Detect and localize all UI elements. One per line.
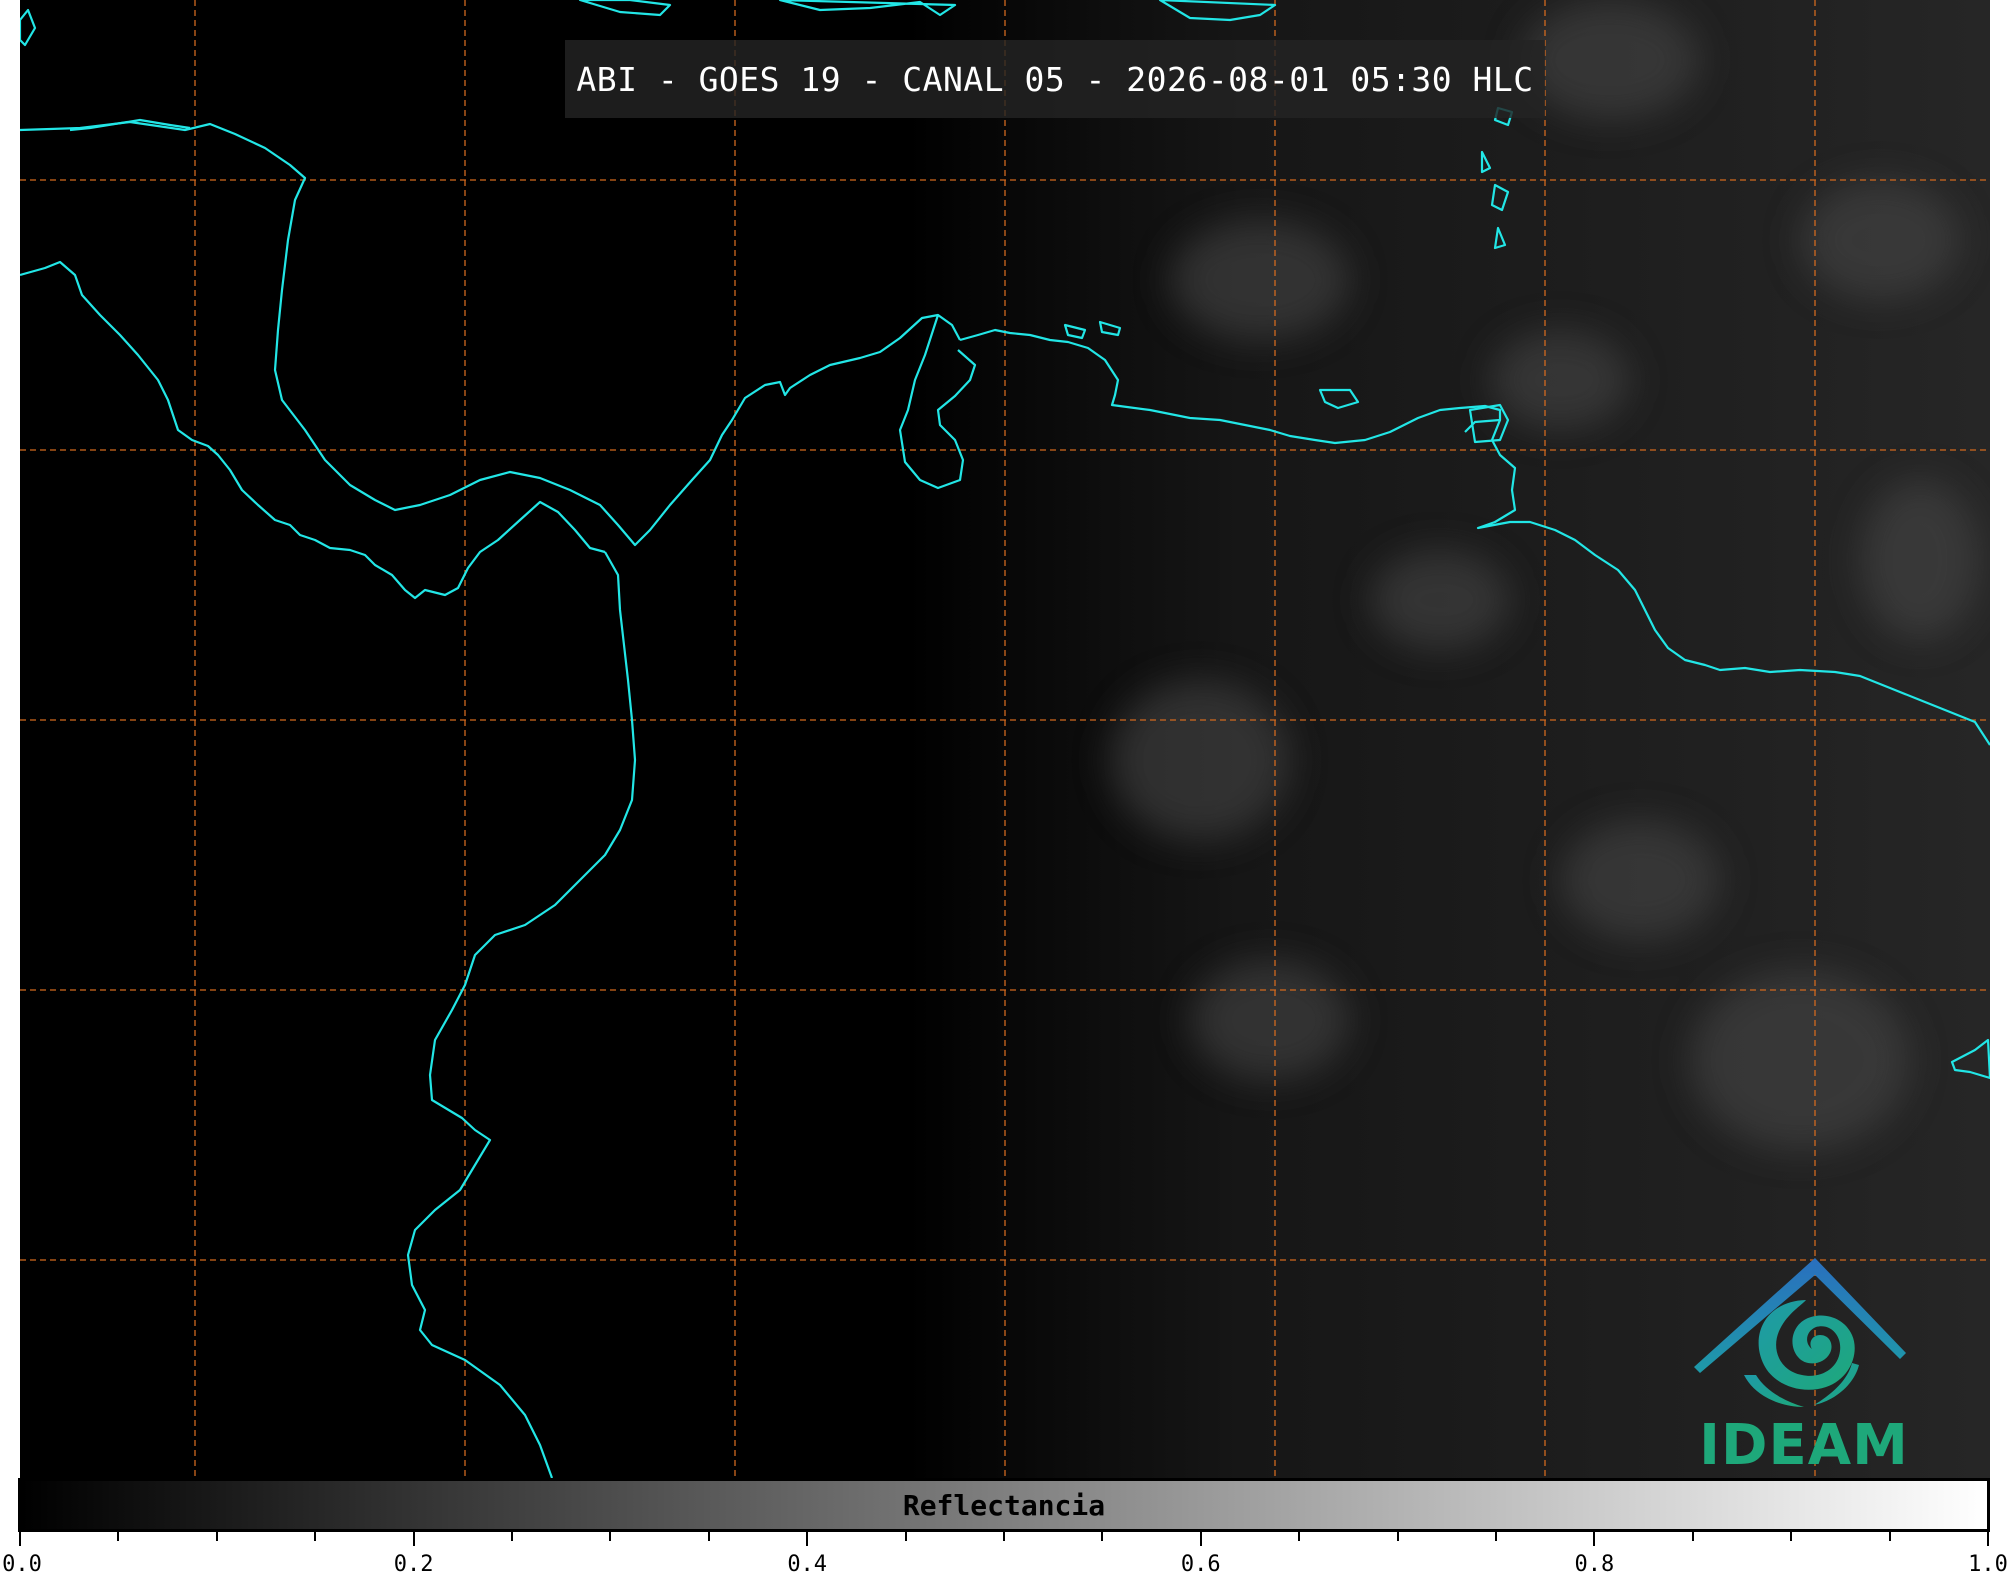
- satellite-image: ABI - GOES 19 - CANAL 05 - 2026-08-01 05…: [20, 0, 1990, 1478]
- colorbar-minor-tick: [1101, 1532, 1104, 1541]
- map-title: ABI - GOES 19 - CANAL 05 - 2026-08-01 05…: [565, 40, 1545, 118]
- colorbar-major-tick: [19, 1532, 21, 1546]
- colorbar-tick-label: 0.8: [1574, 1552, 1615, 1577]
- colorbar-major-tick: [1199, 1532, 1202, 1546]
- colorbar-minor-tick: [1691, 1532, 1694, 1541]
- colorbar-minor-tick: [1298, 1532, 1301, 1541]
- colorbar: Reflectancia: [18, 1478, 1990, 1532]
- colorbar-minor-tick: [314, 1532, 317, 1541]
- colorbar-tick-label: 0.0: [2, 1552, 42, 1577]
- colorbar-minor-tick: [1495, 1532, 1497, 1541]
- ideam-logo: IDEAM: [1684, 1255, 1924, 1478]
- colorbar-tick-label: 1.0: [1968, 1552, 2008, 1577]
- colorbar-major-tick: [412, 1532, 415, 1546]
- colorbar-minor-tick: [1888, 1532, 1891, 1541]
- colorbar-minor-tick: [1790, 1532, 1793, 1541]
- colorbar-tick-label: 0.4: [787, 1552, 828, 1577]
- colorbar-label: Reflectancia: [902, 1489, 1106, 1522]
- colorbar-tick-label: 0.2: [393, 1552, 434, 1577]
- colorbar-minor-tick: [609, 1532, 612, 1541]
- colorbar-minor-tick: [707, 1532, 710, 1541]
- colorbar-tick-label: 0.6: [1180, 1552, 1221, 1577]
- colorbar-minor-tick: [904, 1532, 907, 1541]
- colorbar-minor-tick: [1396, 1532, 1399, 1541]
- colorbar-major-tick: [806, 1532, 809, 1546]
- colorbar-major-tick: [1987, 1532, 1989, 1546]
- logo-text: IDEAM: [1699, 1413, 1909, 1478]
- colorbar-minor-tick: [117, 1532, 120, 1541]
- colorbar-major-tick: [1593, 1532, 1596, 1546]
- colorbar-minor-tick: [215, 1532, 218, 1541]
- colorbar-minor-tick: [1003, 1532, 1005, 1541]
- colorbar-minor-tick: [511, 1532, 513, 1541]
- ideam-emblem-icon: [1694, 1258, 1906, 1407]
